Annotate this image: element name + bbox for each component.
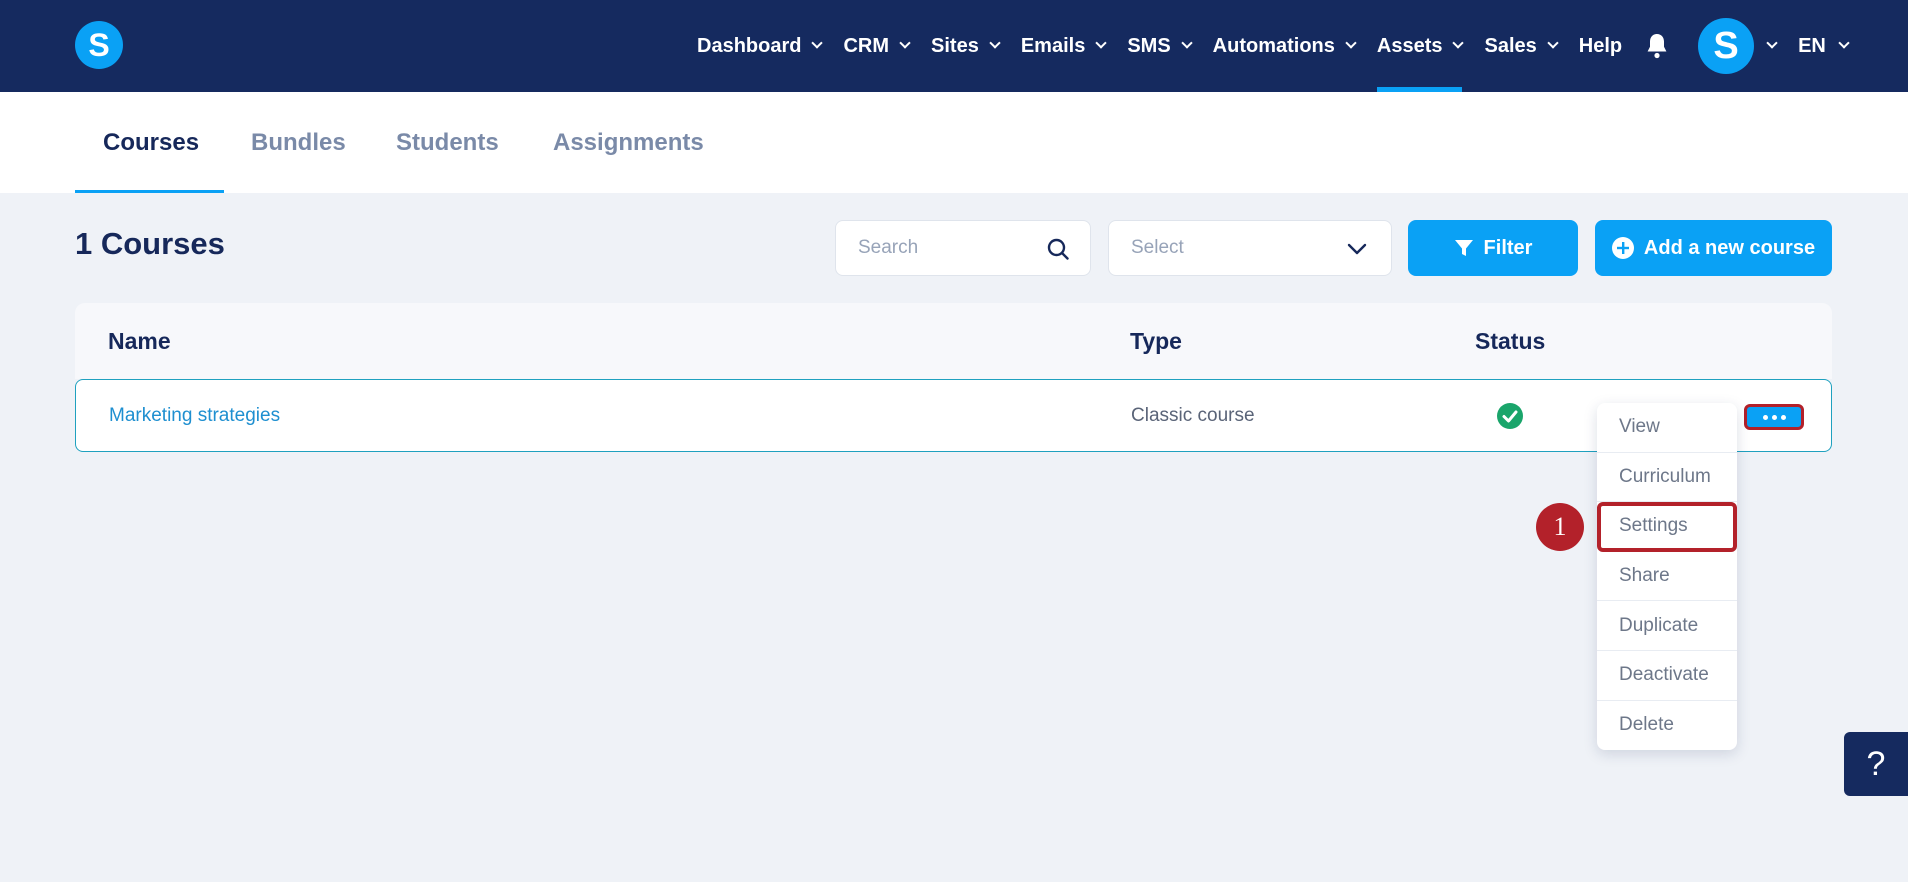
nav-item-sales[interactable]: Sales [1484, 0, 1559, 92]
page-title: 1 Courses [75, 226, 225, 261]
assets-tabs: Courses Bundles Students Assignments [0, 92, 1908, 193]
course-select-dropdown[interactable]: Select [1108, 220, 1392, 276]
tab-assignments[interactable]: Assignments [553, 92, 704, 193]
menu-item-share[interactable]: Share [1597, 552, 1737, 602]
nav-item-label: Emails [1020, 34, 1086, 57]
chevron-down-icon [1180, 37, 1193, 49]
nav-item-automations[interactable]: Automations [1212, 0, 1357, 92]
chevron-down-icon [1547, 37, 1559, 49]
menu-item-delete[interactable]: Delete [1597, 701, 1737, 751]
step-number-badge: 1 [1536, 503, 1584, 551]
nav-item-sites[interactable]: Sites [931, 0, 1001, 92]
nav-item-dashboard[interactable]: Dashboard [697, 0, 824, 92]
status-active-icon [1496, 380, 1524, 451]
menu-item-duplicate[interactable]: Duplicate [1597, 601, 1737, 651]
chevron-down-icon [1838, 37, 1850, 49]
nav-item-label: Automations [1212, 34, 1335, 57]
nav-item-assets[interactable]: Assets [1376, 0, 1465, 92]
row-actions-button[interactable] [1744, 404, 1804, 430]
tab-courses[interactable]: Courses [103, 92, 199, 193]
menu-item-curriculum[interactable]: Curriculum [1597, 453, 1737, 503]
menu-item-deactivate[interactable]: Deactivate [1597, 651, 1737, 701]
chevron-down-icon [811, 37, 824, 49]
filter-icon [1454, 240, 1473, 256]
nav-item-sms[interactable]: SMS [1127, 0, 1193, 92]
nav-item-label: Sales [1484, 34, 1537, 57]
chevron-down-icon [989, 37, 1001, 49]
menu-item-settings[interactable]: Settings [1597, 502, 1737, 552]
brand-logo[interactable]: S [75, 21, 123, 69]
plus-circle-icon [1611, 237, 1634, 259]
row-actions-menu: View Curriculum Settings Share Duplicate… [1597, 403, 1737, 751]
nav-item-label: CRM [843, 34, 890, 57]
main-nav: Dashboard CRM Sites Emails SMS Automatio… [697, 0, 1850, 92]
chevron-down-icon [899, 37, 911, 49]
nav-item-crm[interactable]: CRM [843, 0, 911, 92]
nav-item-help[interactable]: Help [1579, 0, 1622, 92]
table-header: Name Type Status [75, 303, 1832, 379]
language-label: EN [1798, 34, 1826, 57]
search-box [835, 220, 1091, 276]
courses-table: Name Type Status Marketing strategies Cl… [75, 303, 1832, 452]
menu-item-view[interactable]: View [1597, 403, 1737, 453]
nav-item-label: SMS [1127, 34, 1171, 57]
course-type: Classic course [1131, 404, 1255, 426]
search-icon[interactable] [1046, 237, 1070, 261]
column-header-status[interactable]: Status [1475, 303, 1545, 379]
filter-button-label: Filter [1483, 236, 1533, 259]
active-tab-indicator [75, 190, 224, 193]
select-placeholder: Select [1131, 237, 1184, 258]
nav-item-label: Assets [1376, 34, 1443, 57]
tab-students[interactable]: Students [396, 92, 499, 193]
chevron-down-icon[interactable] [1766, 37, 1778, 49]
filter-button[interactable]: Filter [1408, 220, 1578, 276]
nav-item-label: Dashboard [697, 34, 802, 57]
table-row[interactable]: Marketing strategies Classic course [75, 379, 1832, 452]
chevron-down-icon [1095, 37, 1107, 49]
nav-item-label: Sites [931, 34, 979, 57]
user-avatar[interactable]: S [1698, 18, 1755, 74]
column-header-type[interactable]: Type [1130, 303, 1182, 379]
nav-item-label: Help [1578, 34, 1623, 57]
chevron-down-icon [1347, 243, 1367, 255]
column-header-name[interactable]: Name [108, 303, 171, 379]
course-name-link[interactable]: Marketing strategies [109, 380, 280, 451]
top-navbar: S Dashboard CRM Sites Emails SMS Automat… [0, 0, 1908, 92]
add-course-button[interactable]: Add a new course [1595, 220, 1832, 276]
help-button[interactable]: ? [1844, 732, 1908, 796]
language-switcher[interactable]: EN [1798, 34, 1850, 58]
tab-bundles[interactable]: Bundles [251, 92, 346, 193]
nav-item-emails[interactable]: Emails [1020, 0, 1107, 92]
more-dots-icon [1762, 414, 1768, 420]
chevron-down-icon [1452, 37, 1465, 49]
chevron-down-icon [1345, 37, 1357, 49]
search-input[interactable] [858, 221, 1038, 275]
bell-icon[interactable] [1644, 31, 1670, 61]
add-course-button-label: Add a new course [1643, 236, 1816, 259]
